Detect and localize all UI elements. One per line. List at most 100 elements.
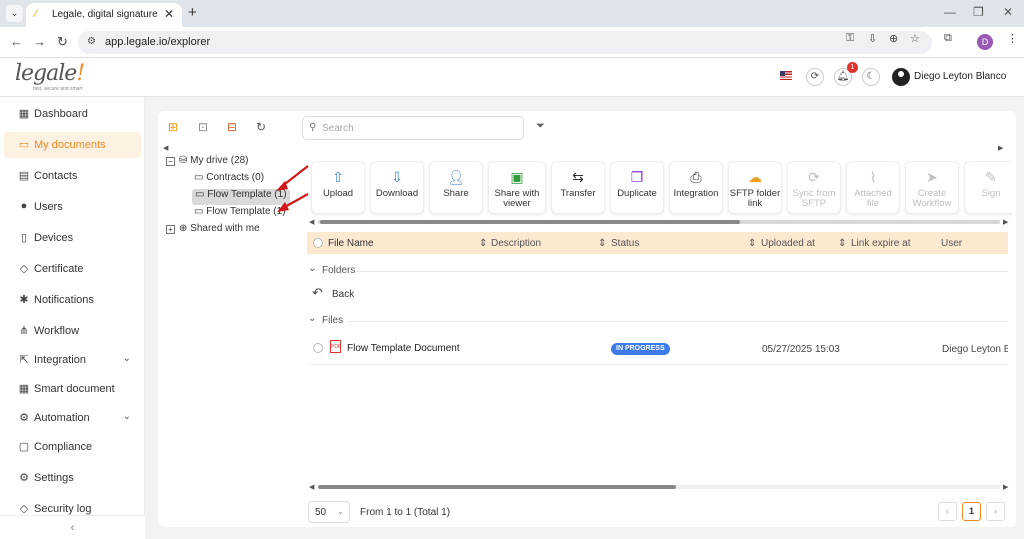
new-tab-button[interactable]: + [188, 4, 197, 21]
search-input[interactable]: ⚲ Search [302, 116, 524, 140]
sidebar-item-automation[interactable]: ⚙ Automation ⌄ [4, 405, 141, 431]
page-size-select[interactable]: 50 ⌄ [308, 501, 350, 523]
transfer-button[interactable]: ⇆ Transfer [551, 161, 605, 214]
transfer-label: Transfer [560, 188, 596, 199]
table-scroll-right-icon[interactable]: ▶ [1003, 483, 1008, 491]
url-field[interactable]: ⚙ app.legale.io/explorer [78, 31, 932, 54]
folder-delete-icon[interactable]: ⊟ [227, 120, 237, 134]
cloud-link-icon: ☁ [748, 169, 762, 185]
sign-button[interactable]: ✎ Sign [964, 161, 1012, 214]
user-name[interactable]: Diego Leyton Blanco [914, 71, 1006, 82]
back-row[interactable]: ↶ Back [312, 285, 432, 303]
site-info-icon[interactable]: ⚙ [87, 36, 96, 47]
actions-scroll-left-icon[interactable]: ◀ [309, 218, 314, 226]
sidebar-item-label: Security log [34, 503, 92, 515]
restore-icon[interactable]: ❐ [973, 5, 984, 19]
table-scroll-left-icon[interactable]: ◀ [309, 483, 314, 491]
filter-icon[interactable]: ⏷ [536, 120, 545, 133]
sidebar-item-certificate[interactable]: ◇ Certificate [4, 256, 141, 282]
expand-toggle-icon[interactable]: + [166, 225, 175, 234]
tree-item-shared-with-me[interactable]: + ⊕ Shared with me [166, 223, 260, 239]
minimize-icon[interactable]: — [944, 5, 956, 19]
reload-icon[interactable]: ↻ [57, 34, 68, 50]
back-icon[interactable]: ← [10, 34, 23, 49]
actions-scrollbar-thumb[interactable] [320, 220, 740, 224]
sftp-folder-link-button[interactable]: ☁ SFTP folder link [728, 161, 782, 214]
table-scrollbar[interactable] [318, 485, 1000, 489]
tree-label: My drive (28) [190, 155, 249, 166]
actions-scroll-right-icon[interactable]: ▶ [1003, 218, 1008, 226]
password-key-icon[interactable]: ⚿ [846, 32, 854, 45]
theme-toggle-icon[interactable]: ☾ [862, 68, 880, 86]
duplicate-button[interactable]: ❐ Duplicate [610, 161, 664, 214]
profile-avatar[interactable]: D [977, 34, 993, 50]
user-avatar[interactable] [892, 68, 910, 86]
column-link-expire-at[interactable]: Link expire at [851, 238, 910, 249]
column-status[interactable]: Status [611, 238, 639, 249]
zoom-icon[interactable]: ⊕ [889, 32, 898, 45]
close-window-icon[interactable]: ✕ [1003, 5, 1013, 19]
sidebar-item-dashboard[interactable]: ▦ Dashboard [4, 101, 141, 127]
sidebar-item-settings[interactable]: ⚙ Settings [4, 465, 141, 491]
sort-icon[interactable]: ⇕ [598, 238, 606, 249]
sidebar-item-my-documents[interactable]: ▭ My documents [4, 132, 141, 158]
sidebar-item-workflow[interactable]: ⋔ Workflow [4, 318, 141, 344]
browser-menu-icon[interactable]: ⋮ [1007, 32, 1018, 45]
tree-item-contracts[interactable]: ▭ Contracts (0) [194, 172, 264, 188]
browser-tab[interactable]: ⁄ Legale, digital signature ✕ [26, 3, 182, 27]
column-file-name[interactable]: File Name [328, 238, 374, 249]
dashboard-icon: ▦ [18, 108, 30, 120]
support-icon[interactable]: ⟳ [806, 68, 824, 86]
tree-item-my-drive[interactable]: − ⛁ My drive (28) [166, 155, 249, 171]
sidebar-item-users[interactable]: ● Users [4, 194, 141, 220]
sidebar-collapse-button[interactable]: ‹ [0, 515, 145, 539]
column-description[interactable]: Description [491, 238, 541, 249]
row-checkbox[interactable] [313, 343, 323, 353]
create-workflow-button[interactable]: ➤ Create Workflow [905, 161, 959, 214]
select-all-checkbox[interactable] [313, 238, 323, 248]
sync-from-sftp-button[interactable]: ⟳ Sync from SFTP [787, 161, 841, 214]
new-folder-icon[interactable]: ⊞ [168, 120, 178, 134]
sort-icon[interactable]: ⇕ [838, 238, 846, 249]
upload-button[interactable]: ⇧ Upload [311, 161, 365, 214]
collapse-toggle-icon[interactable]: − [166, 157, 175, 166]
bookmark-star-icon[interactable]: ☆ [910, 32, 920, 45]
next-page-button[interactable]: › [986, 502, 1005, 521]
actions-scrollbar[interactable] [318, 220, 1000, 224]
extensions-icon[interactable]: ⧉ [944, 32, 952, 45]
forward-icon[interactable]: → [33, 34, 46, 49]
file-name-link[interactable]: Flow Template Document [347, 343, 460, 354]
sidebar-item-notifications[interactable]: ✱ Notifications [4, 287, 141, 313]
sidebar-item-label: Workflow [34, 325, 80, 337]
folder-download-icon[interactable]: ⊡ [198, 120, 208, 134]
attached-file-label: Attached file [854, 188, 892, 209]
sort-icon[interactable]: ⇕ [748, 238, 756, 249]
close-tab-icon[interactable]: ✕ [164, 7, 174, 21]
scroll-right-icon[interactable]: ▶ [998, 144, 1003, 152]
install-app-icon[interactable]: ⇩ [868, 32, 877, 45]
send-icon: ➤ [926, 169, 938, 185]
sidebar-item-devices[interactable]: ▯ Devices [4, 225, 141, 251]
sidebar-item-smart-document[interactable]: ▦ Smart document [4, 376, 141, 402]
us-flag-icon[interactable] [780, 71, 792, 80]
scroll-left-icon[interactable]: ◀ [163, 144, 168, 152]
refresh-icon[interactable]: ↻ [256, 120, 266, 134]
column-uploaded-at[interactable]: Uploaded at [761, 238, 815, 249]
download-button[interactable]: ⇩ Download [370, 161, 424, 214]
share-with-viewer-button[interactable]: ▣ Share with viewer [488, 161, 546, 214]
attached-file-button[interactable]: ⌇ Attached file [846, 161, 900, 214]
sidebar-item-contacts[interactable]: ▤ Contacts [4, 163, 141, 189]
sidebar-item-compliance[interactable]: ▢ Compliance [4, 434, 141, 460]
tab-search-button[interactable]: ⌄ [6, 5, 23, 22]
sort-icon[interactable]: ⇕ [479, 238, 487, 249]
sidebar-item-integration[interactable]: ⇱ Integration ⌄ [4, 347, 141, 373]
chevron-down-icon[interactable]: ⌄ [308, 263, 316, 274]
chevron-down-icon[interactable]: ⌄ [308, 313, 316, 324]
page-number-button[interactable]: 1 [962, 502, 981, 521]
legale-logo[interactable]: legale! [15, 61, 85, 86]
column-user[interactable]: User [941, 238, 962, 249]
table-scrollbar-thumb[interactable] [318, 485, 676, 489]
share-button[interactable]: 👤︎ Share [429, 161, 483, 214]
integration-button[interactable]: ⎙ Integration [669, 161, 723, 214]
prev-page-button[interactable]: ‹ [938, 502, 957, 521]
